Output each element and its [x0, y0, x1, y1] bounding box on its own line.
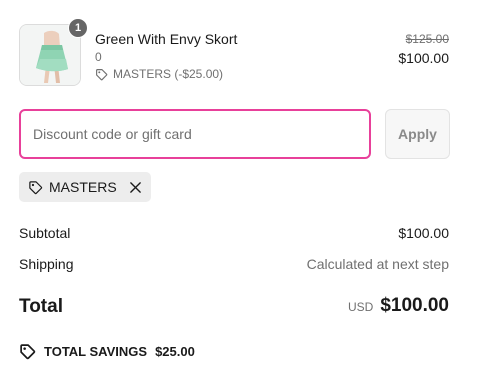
- subtotal-value: $100.00: [398, 225, 449, 241]
- shipping-value: Calculated at next step: [306, 256, 449, 272]
- product-discount-label: MASTERS (-$25.00): [113, 67, 224, 81]
- applied-discount-chip: MASTERS: [19, 172, 151, 202]
- total-savings: TOTAL SAVINGS $25.00: [19, 343, 195, 360]
- product-variant: 0: [95, 50, 102, 64]
- quantity-badge: 1: [68, 18, 88, 38]
- tag-icon: [29, 180, 43, 194]
- close-icon[interactable]: [129, 181, 142, 194]
- product-name: Green With Envy Skort: [95, 31, 238, 47]
- discount-code-input[interactable]: [19, 109, 371, 159]
- total-currency: USD: [347, 300, 374, 314]
- product-discount-line: MASTERS (-$25.00): [95, 67, 223, 81]
- total-label: Total: [19, 296, 63, 317]
- applied-discount-code: MASTERS: [49, 179, 117, 195]
- price-original: $125.00: [405, 32, 449, 46]
- price-final: $100.00: [398, 50, 449, 66]
- total-savings-label: TOTAL SAVINGS: [44, 344, 148, 359]
- total-savings-value: $25.00: [155, 344, 195, 359]
- total-value: $100.00: [380, 295, 449, 316]
- tag-icon: [96, 68, 108, 80]
- tag-icon: [20, 344, 36, 360]
- subtotal-label: Subtotal: [19, 225, 71, 241]
- apply-button[interactable]: Apply: [385, 109, 450, 159]
- total-amount-group: USD $100.00: [348, 295, 449, 317]
- shipping-label: Shipping: [19, 256, 74, 272]
